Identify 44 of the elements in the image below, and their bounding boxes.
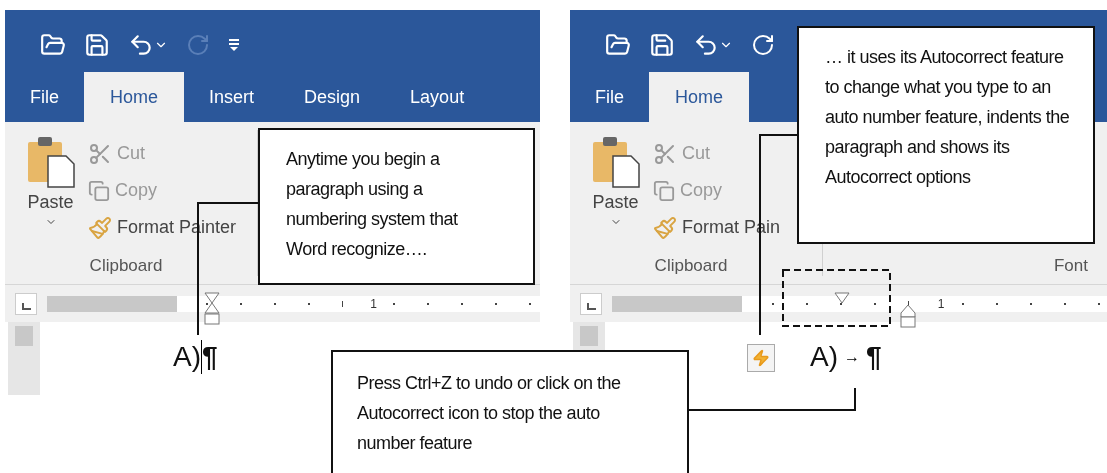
scissors-icon <box>653 141 677 166</box>
ribbon-tab[interactable]: Layout <box>385 72 490 122</box>
group-label: Clipboard <box>88 254 164 277</box>
save-icon[interactable] <box>84 32 110 58</box>
callout-text: Press Ctrl+Z to undo or click on the Autocorrect icon to stop the auto number feature <box>357 372 622 455</box>
clipboard-paste-icon <box>25 134 76 189</box>
clipboard-paste-icon <box>590 134 641 189</box>
hanging-indent-icon[interactable] <box>900 303 916 328</box>
customize-menu-icon[interactable] <box>228 38 240 52</box>
callout-text: Anytime you begin a paragraph using a numbering system that Word recognize…. <box>286 148 459 261</box>
ribbon-tab[interactable]: File <box>5 72 84 122</box>
tab-selector-icon[interactable] <box>15 292 37 315</box>
undo-icon[interactable] <box>128 32 154 58</box>
list-number: A) <box>173 340 201 374</box>
save-icon[interactable] <box>649 32 675 58</box>
tab-mark: → <box>844 347 860 367</box>
scissors-icon <box>88 141 112 166</box>
paste-button[interactable]: Paste <box>588 134 643 253</box>
ruler-number: 1 <box>937 295 945 313</box>
group-label: Font <box>1053 254 1088 277</box>
ribbon-tab[interactable]: Home <box>84 72 185 122</box>
pilcrow-mark: ¶ <box>866 340 882 374</box>
ribbon-tab[interactable]: Insert <box>184 72 280 122</box>
undo-icon[interactable] <box>693 32 719 58</box>
paste-button[interactable]: Paste <box>23 134 78 253</box>
callout-text: … it uses its Autocorrect feature to change what you type to an auto number feature, indents the paragraph and shows its Autocorrect options <box>825 46 1071 189</box>
paintbrush-icon <box>88 215 112 240</box>
pilcrow-mark: ¶ <box>202 340 218 374</box>
first-line-indent-icon[interactable] <box>834 291 850 304</box>
copy-icon <box>88 179 110 202</box>
tab-selector-icon[interactable] <box>580 292 602 315</box>
list-number: A) <box>810 340 838 374</box>
indent-marker-icon[interactable] <box>204 291 220 326</box>
copy-icon <box>653 179 675 202</box>
ribbon-tab[interactable]: Design <box>279 72 386 122</box>
ribbon-tab[interactable]: Home <box>649 72 750 122</box>
ruler-number: 1 <box>370 295 377 313</box>
lightning-icon <box>752 349 770 367</box>
redo-icon[interactable] <box>751 33 775 57</box>
group-label: Clipboard <box>653 254 729 277</box>
paintbrush-icon <box>653 215 677 240</box>
ribbon-tab[interactable]: File <box>570 72 649 122</box>
open-folder-icon[interactable] <box>605 32 631 58</box>
open-folder-icon[interactable] <box>40 32 66 58</box>
